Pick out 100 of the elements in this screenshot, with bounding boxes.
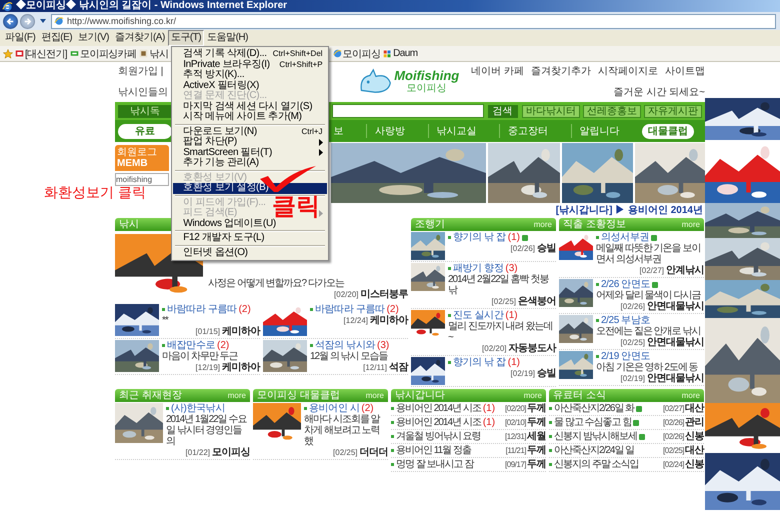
menu-item[interactable]: 인터넷 옵션(O) [173,248,327,258]
news-ticker[interactable]: [낚시갑니다] ▶ 용비어인 2014년 [556,205,705,216]
menu-item[interactable]: F12 개발자 도구(L) [173,233,327,244]
post-title[interactable]: 용비어인 2014년 시조 [396,402,481,415]
bullet-icon [596,355,599,358]
category-button[interactable]: 낚시독 [118,104,172,118]
post-date: [02/19] [620,373,645,384]
id-field[interactable]: moifishing [115,173,170,186]
post-excerpt: 사정은 어떻게 변할까요? 다가오는 [208,278,346,289]
nav-link[interactable]: 중고장터 [499,124,556,138]
search-field[interactable] [332,104,484,118]
post-author: 안면대물낚시 [647,337,704,348]
post-excerpt: ** [162,315,170,326]
post-title[interactable]: 신봉지 밤낚시해보세 [554,430,637,443]
post-title[interactable]: (사)한국낚시 [171,403,225,414]
menu-bar-item[interactable]: 도움말(H) [204,30,251,46]
post-title[interactable]: 용비어인 11월 정출 [396,444,471,457]
shortcut-button[interactable]: 선레종홍보 [583,104,641,118]
shortcut-button[interactable]: 바다낚시터 [522,104,580,118]
post-author: 케미하아 [370,315,408,326]
post-date: [12/24] [344,315,368,326]
menu-item[interactable]: 추적 방지(K)... [173,70,327,80]
shortcut-label: Ctrl+Shift+Del [272,49,323,60]
favorite-link[interactable]: 모이피싱카페 [70,46,136,60]
post-title[interactable]: 바람따라 구름따 [167,304,237,315]
post-author: 케미하아 [222,326,260,337]
nav-link[interactable]: 낚시교실 [428,124,485,138]
post-title[interactable]: 아산죽산지2/24일 일 [554,444,634,457]
post-excerpt: 멀리 진도까지 내려 왔는데~ [448,321,554,343]
post-title[interactable]: 아산죽산지2/26일 화 [554,402,634,415]
post-title[interactable]: 의성서부권 [601,232,650,243]
forward-button[interactable] [20,14,35,28]
post-title[interactable]: 겨울철 빙어낚시 요령 [396,430,481,443]
post-date: [11/21] [506,445,526,457]
post-author: 은색붕어 [518,296,556,307]
bullet-icon [549,449,552,452]
nav-link[interactable]: 사랑방 [366,124,414,138]
back-button[interactable] [3,14,18,28]
post-excerpt: 마음이 차무만 두근 [162,351,239,362]
favorite-link[interactable]: [대신전기] [15,46,67,60]
menu-item[interactable]: 팝업 차단(P) [173,137,327,148]
post-title[interactable]: 향기의 낚 잡 [453,232,506,243]
annotation-text: 클릭 [272,195,320,219]
post-title[interactable]: 신봉지의 주말 소식입 [554,458,639,471]
menu-item[interactable]: InPrivate 브라우징(I) Ctrl+Shift+P [173,60,327,70]
post-title[interactable]: 2/25 부남호 [601,315,650,326]
post-title[interactable]: 물 많고 수심좋고 힘 [554,416,632,429]
menu-item[interactable]: 추가 기능 관리(A) [173,158,327,168]
post-title[interactable]: 2/19 안면도 [601,351,650,362]
bullet-icon [310,344,313,347]
cat-fish-logo-icon [358,68,392,96]
menu-item[interactable]: 검색 기록 삭제(D)... Ctrl+Shift+Del [173,49,327,60]
post-author: 석잠 [389,362,408,373]
logo-text: Moifishing [394,69,460,82]
post-date: [02/25] [663,445,684,457]
post-title[interactable]: 배잡만수로 [167,340,216,351]
section-title: 직출 조황정보 [563,218,626,231]
post-title[interactable]: 바람따라 구름따 [315,304,385,315]
post-title[interactable]: 멍멍 잘 보내시고 잠 [396,458,474,471]
menu-item[interactable]: ActiveX 필터링(X) [173,80,327,91]
favorite-link[interactable]: Daum [383,46,418,60]
menu-bar-item[interactable]: 보기(V) [75,30,112,46]
dropdown-caret-icon[interactable] [40,19,46,23]
address-field[interactable]: http://www.moifishing.co.kr/ [51,14,776,28]
favorites-star-icon[interactable] [3,48,13,58]
shortcut-button[interactable]: 자유게시판 [644,104,702,118]
menu-bar-item[interactable]: 즐겨찾기(A) [112,30,168,46]
post-author: 두께 [527,458,546,471]
header-link[interactable]: 네이버 카페 [471,64,524,78]
menu-item[interactable]: 호환성 보기 설정(B) [173,183,327,194]
nav-link[interactable]: 보 [332,124,352,138]
menu-item[interactable]: 다운로드 보기(N) Ctrl+J [173,126,327,137]
nav-link[interactable]: 알립니다 [570,124,628,138]
favorite-link[interactable]: 낚시 [139,46,168,60]
post-author: 관리 [685,416,704,429]
post-author: 두께 [527,444,546,457]
header-link[interactable]: 즐겨찾기추가 [531,64,591,78]
nav-button[interactable]: 대물클럽 [642,124,694,138]
bullet-icon [166,407,169,410]
menu-item[interactable]: Windows 업데이트(U) [173,218,327,229]
menu-bar-item[interactable]: 도구(T) [168,30,204,46]
post-title[interactable]: 진도 실시간 [453,310,504,321]
post-title[interactable]: 향기의 낚 잡 [453,357,506,368]
search-button[interactable]: 검색 [488,104,518,118]
post-title[interactable]: 용비어인 2014년 시조 [396,416,481,429]
menu-item[interactable]: SmartScreen 필터(T) [173,148,327,158]
post-title[interactable]: 용비어인 시 [309,403,360,414]
header-link[interactable]: 사이트맵 [665,64,705,78]
favorite-link[interactable]: 모이피싱 [332,46,380,60]
nav-button[interactable]: 유료 [118,124,172,138]
post-title[interactable]: 2/26 안면도 [601,279,650,290]
post-date: [12/31] [505,431,526,443]
menu-bar-item[interactable]: 편집(E) [38,30,76,46]
post-title[interactable]: 석잠의 낚시와 [315,340,375,351]
post-title[interactable]: 패방기 향정 [453,263,504,274]
menu-item[interactable]: 시작 메뉴에 사이트 추가(M) [173,112,327,122]
post-author: 대산 [685,402,704,415]
menu-item[interactable]: 마지막 검색 세션 다시 열기(S) [173,102,327,112]
header-link[interactable]: 시작페이지로 [598,64,658,78]
menu-bar-item[interactable]: 파일(F) [2,30,38,46]
